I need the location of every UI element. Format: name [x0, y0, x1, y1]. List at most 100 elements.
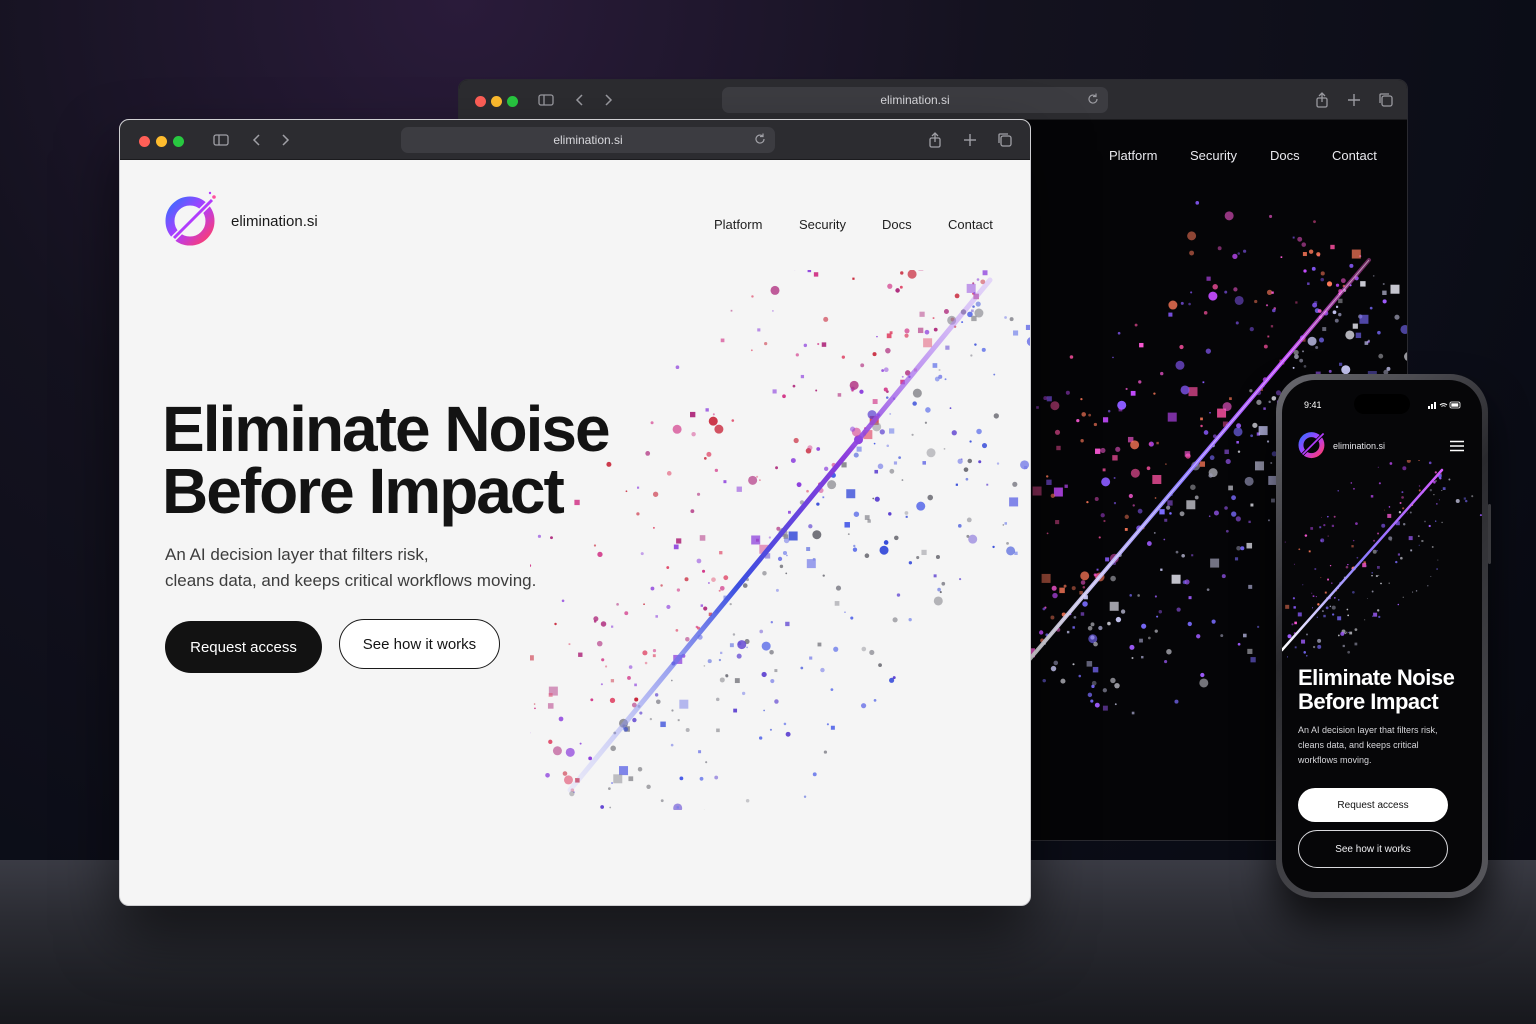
particle [1377, 532, 1380, 535]
nav-platform[interactable]: Platform [1109, 148, 1157, 163]
particle [889, 413, 892, 415]
reload-icon[interactable] [753, 132, 767, 146]
sidebar-icon[interactable] [537, 91, 555, 109]
phone-see-how-it-works-button[interactable]: See how it works [1298, 830, 1448, 868]
particle [1129, 644, 1135, 650]
particle [1063, 584, 1067, 588]
nav-contact[interactable]: Contact [948, 217, 993, 232]
particle [642, 650, 648, 656]
minimize-window-button[interactable] [156, 136, 167, 147]
address-bar[interactable]: elimination.si [401, 127, 775, 153]
particle [1354, 642, 1358, 646]
particle [1366, 598, 1368, 599]
particle [1120, 609, 1126, 614]
particle [1424, 520, 1426, 523]
particle [893, 461, 898, 465]
tabs-icon[interactable] [1377, 91, 1395, 109]
particle [1200, 672, 1205, 678]
particle [634, 683, 637, 687]
particle [759, 629, 764, 634]
particle [1166, 649, 1172, 655]
particle [972, 305, 975, 308]
particle [1352, 590, 1355, 594]
nav-contact[interactable]: Contact [1332, 148, 1377, 163]
particle [1175, 360, 1185, 370]
particle [712, 413, 715, 416]
brand-name[interactable]: elimination.si [231, 213, 318, 230]
particle [711, 577, 716, 582]
particle [725, 674, 729, 678]
particle [1146, 541, 1152, 546]
zoom-window-button[interactable] [507, 96, 518, 107]
particle [675, 365, 680, 370]
light-browser-window: elimination.si elimination.si Platform S… [119, 119, 1031, 906]
particle [1372, 549, 1377, 554]
new-tab-icon[interactable] [961, 131, 979, 149]
request-access-button[interactable]: Request access [165, 621, 322, 673]
close-window-button[interactable] [475, 96, 486, 107]
phone-request-access-button[interactable]: Request access [1298, 788, 1448, 822]
particle [1168, 300, 1178, 310]
particle [748, 475, 758, 485]
nav-docs[interactable]: Docs [1270, 148, 1300, 163]
sidebar-icon[interactable] [212, 131, 230, 149]
particle [1210, 558, 1220, 568]
particle [1093, 641, 1098, 647]
particle [1154, 629, 1158, 633]
forward-icon[interactable] [276, 131, 294, 149]
particle [1352, 539, 1355, 542]
particle [1294, 621, 1297, 625]
nav-security[interactable]: Security [1190, 148, 1237, 163]
brand-name[interactable]: elimination.si [1333, 441, 1385, 451]
forward-icon[interactable] [599, 91, 617, 109]
particle [1395, 560, 1398, 564]
particle [774, 699, 779, 704]
particle [660, 799, 664, 803]
particle [1050, 665, 1057, 672]
particle [873, 698, 877, 702]
brand-logo-icon[interactable] [162, 190, 220, 248]
dynamic-island [1354, 394, 1410, 414]
menu-icon[interactable] [1450, 440, 1464, 452]
particle [1378, 353, 1384, 359]
nav-platform[interactable]: Platform [714, 217, 762, 232]
share-icon[interactable] [1313, 91, 1331, 109]
particle [933, 596, 943, 606]
particle [1199, 678, 1209, 688]
particle [1292, 597, 1296, 600]
particle [729, 643, 734, 648]
particle [822, 574, 825, 577]
particle [939, 591, 942, 594]
address-bar[interactable]: elimination.si [722, 87, 1108, 113]
particle [1244, 476, 1254, 486]
particle [1339, 362, 1343, 366]
share-icon[interactable] [926, 131, 944, 149]
particle [1234, 295, 1244, 305]
particle [1335, 283, 1340, 287]
new-tab-icon[interactable] [1345, 91, 1363, 109]
particle [1138, 380, 1142, 384]
particle [590, 698, 594, 702]
particle [1012, 481, 1018, 487]
minimize-window-button[interactable] [491, 96, 502, 107]
particle [1318, 337, 1325, 343]
reload-icon[interactable] [1086, 92, 1100, 106]
back-icon[interactable] [248, 131, 266, 149]
nav-security[interactable]: Security [799, 217, 846, 232]
particle [1359, 314, 1369, 324]
tabs-icon[interactable] [996, 131, 1014, 149]
back-icon[interactable] [571, 91, 589, 109]
particle [1402, 522, 1406, 526]
nav-docs[interactable]: Docs [882, 217, 912, 232]
particle [1387, 513, 1392, 518]
particle [907, 270, 917, 279]
brand-logo-icon[interactable] [1296, 428, 1328, 460]
see-how-it-works-button[interactable]: See how it works [339, 619, 500, 669]
particle [1115, 616, 1122, 623]
particle [916, 555, 920, 560]
close-window-button[interactable] [139, 136, 150, 147]
particle [1400, 324, 1407, 334]
zoom-window-button[interactable] [173, 136, 184, 147]
particle [671, 679, 673, 682]
particle [918, 270, 924, 271]
